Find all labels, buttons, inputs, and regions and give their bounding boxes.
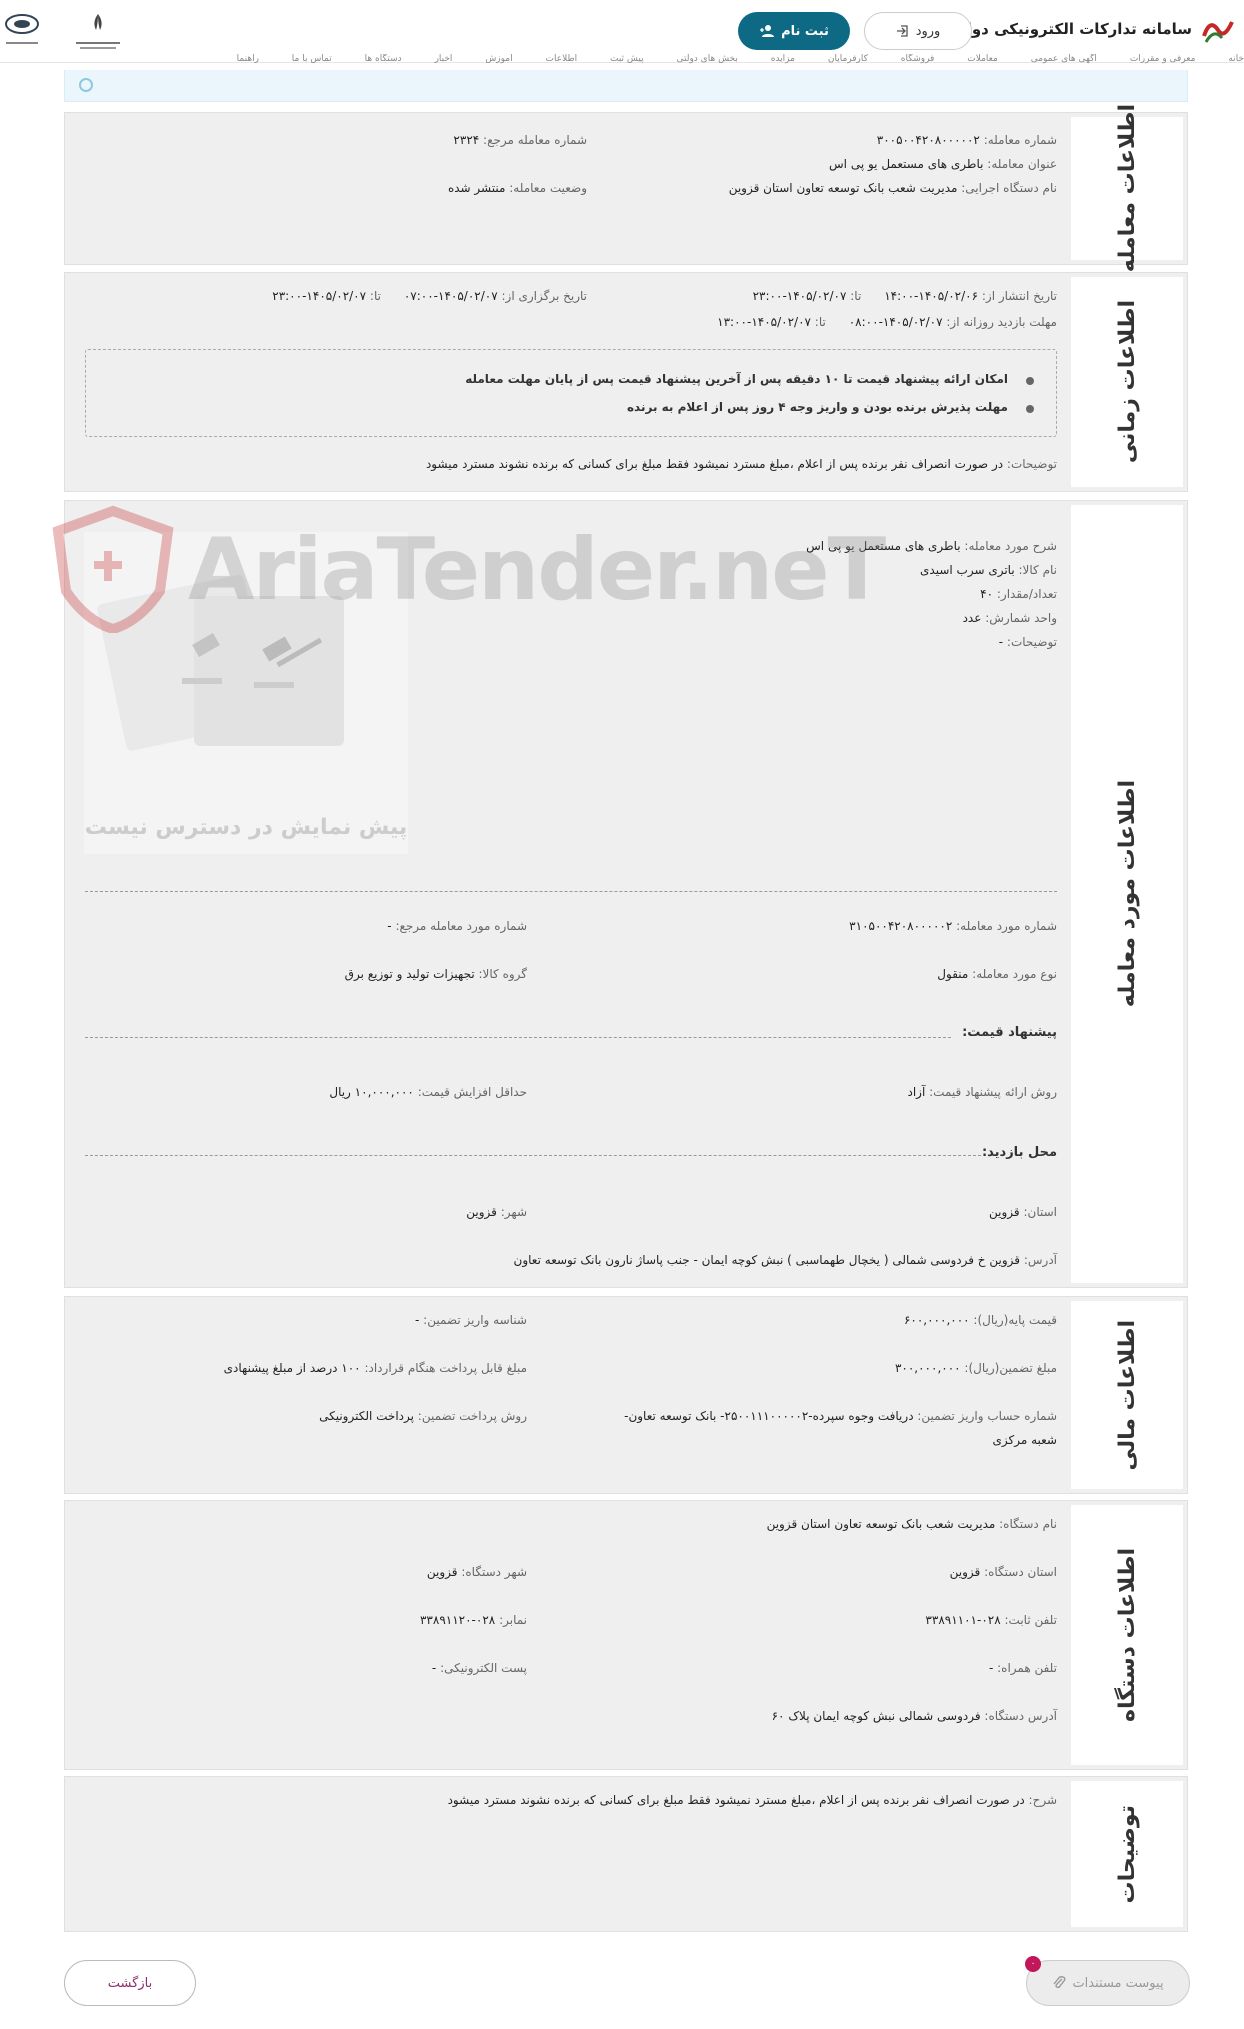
org-fax: نمابر: ۰۲۸-۳۳۸۹۱۱۲۰	[419, 1613, 527, 1627]
section-heading: اطلاعات مالی	[1071, 1301, 1183, 1489]
deal-title: عنوان معامله: باطری های مستعمل یو پی اس	[829, 157, 1057, 171]
org-name: نام دستگاه: مدیریت شعب بانک توسعه تعاون …	[766, 1517, 1057, 1531]
deal-status: وضعیت معامله: منتشر شده	[447, 181, 587, 195]
top-navigation: خانه معرفی و مقررات آگهی های عمومی معامل…	[0, 54, 1244, 68]
nav-item[interactable]: خانه	[1228, 54, 1244, 64]
visit-address: آدرس: قزوین خ فردوسی شمالی ( یخچال طهماس…	[513, 1253, 1057, 1267]
attach-documents-button[interactable]: پیوست مستندات	[1026, 1960, 1190, 2006]
base-price: قیمت پایه(ریال): ۶۰۰,۰۰۰,۰۰۰	[903, 1313, 1057, 1327]
preview-caption: پیش نمایش در دسترس نیست	[84, 815, 408, 840]
section-heading: اطلاعات زمانی	[1071, 277, 1183, 487]
condition-item: مهلت پذیرش برنده بودن و واریز وجه ۴ روز …	[626, 400, 1035, 414]
offer-method: روش ارائه پیشنهاد قیمت: آزاد	[907, 1085, 1058, 1099]
quantity: تعداد/مقدار: ۴۰	[980, 587, 1057, 601]
nav-item[interactable]: آگهی های عمومی	[1031, 54, 1097, 64]
executing-org: نام دستگاه اجرایی: مدیریت شعب بانک توسعه…	[728, 181, 1057, 195]
deal-number: شماره معامله: ۳۰۰۵۰۰۴۲۰۸۰۰۰۰۰۲	[876, 133, 1057, 147]
nav-item[interactable]: معاملات	[967, 54, 998, 64]
org-info-section: اطلاعات دستگاه نام دستگاه: مدیریت شعب با…	[64, 1500, 1188, 1770]
site-header: سامانه تدارکات الکترونیکی دولت ورود ثبت …	[0, 0, 1244, 64]
org-mobile: تلفن همراه: -	[988, 1661, 1057, 1675]
finance-info-section: اطلاعات مالی قیمت پایه(ریال): ۶۰۰,۰۰۰,۰۰…	[64, 1296, 1188, 1494]
nav-item[interactable]: آموزش	[485, 54, 512, 64]
item-type: نوع مورد معامله: منقول	[937, 967, 1057, 981]
min-increase: حداقل افزایش قیمت: ۱۰,۰۰۰,۰۰۰ ریال	[329, 1085, 527, 1099]
item-number: شماره مورد معامله: ۳۱۰۵۰۰۴۲۰۸۰۰۰۰۰۲	[849, 919, 1057, 933]
price-offer-title: پیشنهاد قیمت:	[962, 1025, 1057, 1040]
nav-item[interactable]: راهنما	[237, 54, 259, 64]
visit-city: شهر: قزوین	[466, 1205, 527, 1219]
nav-item[interactable]: اخبار	[435, 54, 453, 64]
time-notes: توضیحات: در صورت انصراف نفر برنده پس از …	[425, 457, 1057, 471]
descriptions-section: توضیحات شرح: در صورت انصراف نفر برنده پس…	[64, 1776, 1188, 1932]
register-button-label: ثبت نام	[781, 23, 829, 39]
section-heading: اطلاعات مورد معامله	[1071, 505, 1183, 1283]
nav-item[interactable]: فروشگاه	[901, 54, 935, 64]
condition-item: امکان ارائه پیشنهاد قیمت تا ۱۰ دقیقه پس …	[465, 372, 1034, 386]
nav-item[interactable]: پیش ثبت	[610, 54, 644, 64]
goods-group: گروه کالا: تجهیزات تولید و توزیع برق	[344, 967, 527, 981]
login-button[interactable]: ورود	[864, 12, 972, 50]
attachments-count-badge: ۰	[1025, 1956, 1041, 1972]
login-button-label: ورود	[915, 23, 941, 39]
section-heading: اطلاعات معامله	[1071, 104, 1183, 273]
org-province: استان دستگاه: قزوین	[949, 1565, 1057, 1579]
back-button[interactable]: بازگشت	[64, 1960, 196, 2006]
divider	[85, 891, 1057, 892]
guarantee-pay-method: روش پرداخت تضمین: پرداخت الکترونیکی	[319, 1409, 527, 1423]
register-button[interactable]: ثبت نام	[738, 12, 850, 50]
divider	[85, 1037, 951, 1038]
guarantee-account-line2: شعبه مرکزی	[992, 1433, 1058, 1447]
nav-item[interactable]: اطلاعات	[546, 54, 578, 64]
org-address: آدرس دستگاه: فردوسی شمالی نبش کوچه ایمان…	[771, 1709, 1057, 1723]
item-notes: توضیحات: -	[998, 635, 1057, 649]
nav-item[interactable]: کارفرمایان	[828, 54, 868, 64]
section-heading: اطلاعات دستگاه	[1071, 1505, 1183, 1765]
visit-place-title: محل بازدید:	[981, 1145, 1057, 1160]
nav-item[interactable]: بخش های دولتی	[677, 54, 738, 64]
org-email: پست الکترونیکی: -	[431, 1661, 527, 1675]
item-ref-number: شماره مورد معامله مرجع: -	[387, 919, 527, 933]
guarantee-account: شماره حساب واریز تضمین: دریافت وجوه سپرد…	[624, 1409, 1057, 1423]
org-phone: تلفن ثابت: ۰۲۸-۳۳۸۹۱۱۰۱	[925, 1613, 1057, 1627]
add-user-icon	[760, 25, 775, 37]
deal-info-section: اطلاعات معامله شماره معامله: ۳۰۰۵۰۰۴۲۰۸۰…	[64, 104, 1188, 273]
nav-item[interactable]: تماس با ما	[292, 54, 332, 64]
publish-date: تاریخ انتشار از: ۱۴۰۵/۰۲/۰۶-۱۴:۰۰ تا: ۱۴…	[752, 289, 1057, 303]
paperclip-icon	[1053, 1976, 1066, 1989]
setad-logo-icon[interactable]	[1200, 12, 1236, 48]
divider	[85, 1155, 981, 1156]
guarantee-id: شناسه واریز تضمین: -	[415, 1313, 527, 1327]
unit: واحد شمارش: عدد	[962, 611, 1057, 625]
iranian-emblem-icon	[5, 14, 39, 44]
site-title: سامانه تدارکات الکترونیکی دولت	[950, 20, 1192, 38]
org-city: شهر دستگاه: قزوین	[426, 1565, 527, 1579]
section-heading: توضیحات	[1071, 1781, 1183, 1927]
conditions-box: امکان ارائه پیشنهاد قیمت تا ۱۰ دقیقه پس …	[85, 349, 1057, 437]
ref-number: شماره معامله مرجع: ۲۳۲۴	[453, 133, 587, 147]
info-icon	[79, 78, 93, 92]
nav-item[interactable]: معرفی و مقررات	[1130, 54, 1196, 64]
watermark-shield-icon	[52, 505, 174, 633]
time-info-section: اطلاعات زمانی تاریخ انتشار از: ۱۴۰۵/۰۲/۰…	[64, 272, 1188, 492]
ministry-emblem-icon	[76, 14, 120, 49]
guarantee-amount: مبلغ تضمین(ریال): ۳۰۰,۰۰۰,۰۰۰	[894, 1361, 1057, 1375]
goods-name: نام کالا: باتری سرب اسیدی	[920, 563, 1057, 577]
login-icon	[896, 25, 908, 37]
nav-item[interactable]: مزایده	[771, 54, 795, 64]
description-text: شرح: در صورت انصراف نفر برنده پس از اعلا…	[447, 1793, 1057, 1807]
visit-deadline: مهلت بازدید روزانه از: ۱۴۰۵/۰۲/۰۷-۰۸:۰۰ …	[717, 315, 1057, 329]
visit-province: استان: قزوین	[989, 1205, 1057, 1219]
nav-item[interactable]: دستگاه ها	[365, 54, 402, 64]
watermark-text: AriaTender.neT	[188, 520, 886, 620]
attach-button-label: پیوست مستندات	[1072, 1975, 1164, 1991]
info-alert-bar	[64, 70, 1188, 102]
contract-payable: مبلغ قابل پرداخت هنگام قرارداد: ۱۰۰ درصد…	[223, 1361, 527, 1375]
hold-date: تاریخ برگزاری از: ۱۴۰۵/۰۲/۰۷-۰۷:۰۰ تا: ۱…	[272, 289, 587, 303]
